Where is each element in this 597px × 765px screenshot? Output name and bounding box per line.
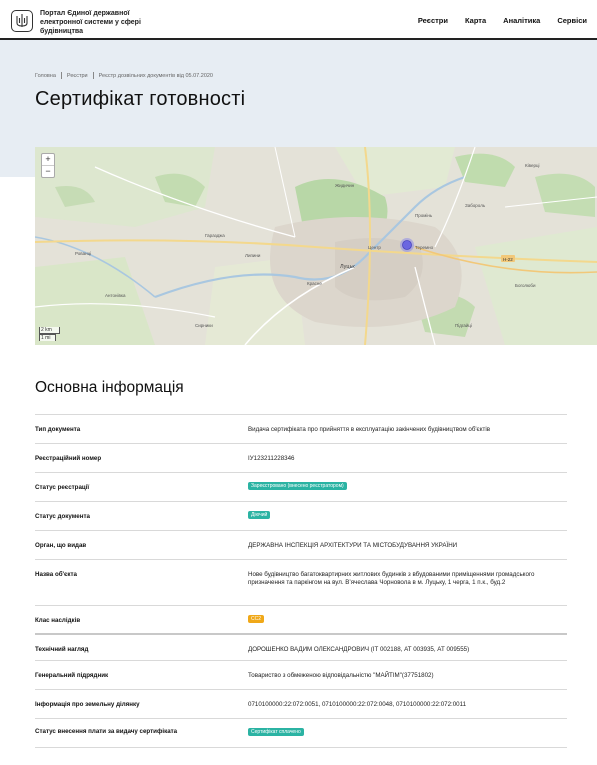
info-row-consequence-class: Клас наслідків СС2 xyxy=(35,605,567,633)
info-row-registration-status: Статус реєстрації Зареєстровано (внесено… xyxy=(35,472,567,501)
breadcrumb-home[interactable]: Головна xyxy=(35,73,56,79)
breadcrumb-separator xyxy=(92,72,94,79)
info-row-issuing-authority: Орган, що видав ДЕРЖАВНА ІНСПЕКЦІЯ АРХІТ… xyxy=(35,530,567,559)
map-scale: 2 km 1 mi xyxy=(39,327,60,341)
zoom-in-button[interactable]: + xyxy=(42,154,54,165)
table-bottom-divider xyxy=(35,747,567,748)
map-label: Гаразджа xyxy=(205,233,225,238)
info-label: Тип документа xyxy=(35,426,81,433)
breadcrumb-registries[interactable]: Реєстри xyxy=(67,73,88,79)
map-label: Центр xyxy=(368,245,381,250)
site-header: Портал Єдиної державної електронної сист… xyxy=(0,0,597,40)
scale-km: 2 km xyxy=(39,327,60,334)
map-tiles[interactable]: Луцьк Центр Красне Гаразджа Липини Промі… xyxy=(35,147,597,345)
info-label: Технічний нагляд xyxy=(35,646,89,653)
info-label: Генеральний підрядник xyxy=(35,672,109,679)
location-map[interactable]: Луцьк Центр Красне Гаразджа Липини Промі… xyxy=(35,147,597,345)
info-label: Інформація про земельну ділянку xyxy=(35,701,140,708)
info-label: Статус реєстрації xyxy=(35,484,90,491)
main-nav: Реєстри Карта Аналітика Сервіси xyxy=(401,16,587,25)
info-row-registration-number: Реєстраційний номер ІУ123211228346 xyxy=(35,443,567,472)
zoom-out-button[interactable]: − xyxy=(42,165,54,177)
class-badge: СС2 xyxy=(248,615,265,623)
nav-analytics[interactable]: Аналітика xyxy=(503,16,540,25)
info-label: Статус документа xyxy=(35,513,90,520)
map-label: Жидичин xyxy=(335,183,355,188)
map-label: Рованці xyxy=(75,251,91,256)
info-value: Видача сертифіката про прийняття в експл… xyxy=(248,426,490,433)
info-value: 0710100000:22:072:0051, 0710100000:22:07… xyxy=(248,701,467,708)
zoom-control: + − xyxy=(41,153,55,178)
map-label: Підгайці xyxy=(455,322,472,328)
page-title: Сертифікат готовності xyxy=(35,88,246,110)
map-label: Ківерці xyxy=(525,163,540,168)
info-label: Статус внесення плати за видачу сертифік… xyxy=(35,728,178,735)
status-badge: Зареєстровано (внесено реєстратором) xyxy=(248,482,347,490)
nav-services[interactable]: Сервіси xyxy=(557,16,587,25)
breadcrumb-separator xyxy=(60,72,62,79)
location-marker xyxy=(402,240,412,250)
info-label: Клас наслідків xyxy=(35,617,81,624)
breadcrumb: Головна Реєстри Реєстр дозвільних докуме… xyxy=(35,72,213,79)
map-label: Н-22 xyxy=(503,257,513,262)
breadcrumb-current: Реєстр дозвільних документів від 05.07.2… xyxy=(98,72,213,79)
scale-mi: 1 mi xyxy=(39,334,56,341)
map-label: Забороль xyxy=(465,203,486,208)
info-row-document-type: Тип документа Видача сертифіката про при… xyxy=(35,414,567,443)
info-row-payment-status: Статус внесення плати за видачу сертифік… xyxy=(35,718,567,747)
status-badge: Діючий xyxy=(248,511,271,519)
trident-logo-icon[interactable] xyxy=(11,10,33,32)
map-label: Боголюби xyxy=(515,283,536,288)
trident-icon xyxy=(16,14,28,27)
map-label: Теремно xyxy=(415,245,434,250)
map-label: Сирники xyxy=(195,323,213,328)
info-value: Товариство з обмеженою відповідальністю … xyxy=(248,672,434,679)
info-table: Тип документа Видача сертифіката про при… xyxy=(35,414,567,748)
info-row-object-name: Назва об'єкта Нове будівництво багатоква… xyxy=(35,559,567,605)
info-value: ІУ123211228346 xyxy=(248,455,295,462)
payment-badge: Сертифікат сплачено xyxy=(248,728,304,736)
nav-map[interactable]: Карта xyxy=(465,16,486,25)
map-label: Липини xyxy=(245,253,261,258)
info-row-general-contractor: Генеральний підрядник Товариство з обмеж… xyxy=(35,660,567,689)
info-label: Реєстраційний номер xyxy=(35,455,102,462)
map-label: Красне xyxy=(307,281,322,286)
map-label: Промінь xyxy=(415,213,433,218)
map-label: Антонівка xyxy=(105,293,126,298)
info-value: Нове будівництво багатоквартирних житлов… xyxy=(248,571,535,586)
info-row-technical-supervision: Технічний нагляд ДОРОШЕНКО ВАДИМ ОЛЕКСАН… xyxy=(35,633,567,660)
info-label: Назва об'єкта xyxy=(35,571,78,578)
info-row-document-status: Статус документа Діючий xyxy=(35,501,567,530)
info-value: ДЕРЖАВНА ІНСПЕКЦІЯ АРХІТЕКТУРИ ТА МІСТОБ… xyxy=(248,542,458,549)
portal-title[interactable]: Портал Єдиної державної електронної сист… xyxy=(40,9,170,36)
nav-registries[interactable]: Реєстри xyxy=(418,16,448,25)
section-title: Основна інформація xyxy=(35,379,184,396)
map-label: Луцьк xyxy=(340,264,355,270)
info-value: ДОРОШЕНКО ВАДИМ ОЛЕКСАНДРОВИЧ (ІТ 002188… xyxy=(248,646,470,653)
info-label: Орган, що видав xyxy=(35,542,87,549)
info-row-land-plot: Інформація про земельну ділянку 07101000… xyxy=(35,689,567,718)
